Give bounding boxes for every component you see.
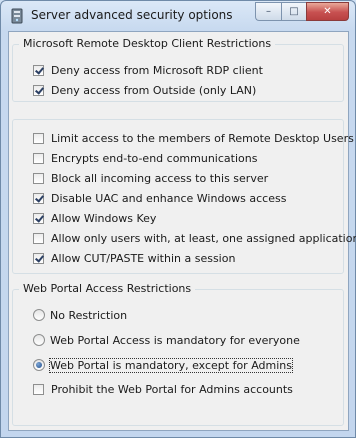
caption-buttons: – □ ✕	[255, 2, 349, 21]
checkbox-label: Deny access from Outside (only LAN)	[51, 83, 257, 97]
checkbox-box[interactable]	[33, 383, 44, 395]
radio-circle[interactable]	[33, 359, 45, 371]
portal-mandatory-except-admins-radio[interactable]: Web Portal is mandatory, except for Admi…	[33, 357, 293, 373]
checkbox-box[interactable]	[33, 172, 44, 184]
limit-rdu-checkbox[interactable]: Limit access to the members of Remote De…	[33, 130, 354, 146]
dialog-window: Server advanced security options – □ ✕ M…	[0, 0, 356, 438]
checkbox-box[interactable]	[33, 212, 44, 224]
encrypt-e2e-checkbox[interactable]: Encrypts end-to-end communications	[33, 150, 257, 166]
window-title: Server advanced security options	[31, 8, 233, 22]
web-portal-group: Web Portal Access Restrictions No Restri…	[12, 282, 344, 426]
radio-label: Web Portal is mandatory, except for Admi…	[49, 357, 293, 373]
title-bar[interactable]: Server advanced security options – □ ✕	[1, 1, 355, 31]
checkbox-box[interactable]	[33, 232, 44, 244]
app-icon	[11, 8, 23, 24]
checkbox-label: Encrypts end-to-end communications	[51, 151, 258, 165]
minimize-icon: –	[266, 6, 271, 17]
checkbox-box[interactable]	[33, 84, 44, 96]
checkbox-label: Allow CUT/PASTE within a session	[51, 251, 236, 265]
checkbox-label: Prohibit the Web Portal for Admins accou…	[51, 382, 293, 396]
close-button[interactable]: ✕	[306, 2, 349, 21]
close-icon: ✕	[323, 6, 332, 17]
disable-uac-checkbox[interactable]: Disable UAC and enhance Windows access	[33, 190, 286, 206]
checkbox-label: Allow Windows Key	[51, 211, 157, 225]
rdp-restrictions-legend: Microsoft Remote Desktop Client Restrict…	[19, 37, 276, 50]
checkbox-box[interactable]	[33, 192, 44, 204]
prohibit-portal-admins-checkbox[interactable]: Prohibit the Web Portal for Admins accou…	[33, 381, 293, 397]
radio-circle[interactable]	[33, 309, 45, 321]
deny-outside-checkbox[interactable]: Deny access from Outside (only LAN)	[33, 82, 256, 98]
checkbox-label: Block all incoming access to this server	[51, 171, 269, 185]
checkbox-label: Limit access to the members of Remote De…	[51, 131, 354, 145]
no-restriction-radio[interactable]: No Restriction	[33, 307, 127, 323]
rdp-restrictions-group: Microsoft Remote Desktop Client Restrict…	[12, 37, 344, 102]
deny-rdp-client-checkbox[interactable]: Deny access from Microsoft RDP client	[33, 62, 263, 78]
checkbox-label: Deny access from Microsoft RDP client	[51, 63, 263, 77]
allow-windows-key-checkbox[interactable]: Allow Windows Key	[33, 210, 156, 226]
security-options-group: Limit access to the members of Remote De…	[12, 119, 356, 274]
radio-circle[interactable]	[33, 334, 45, 346]
checkbox-box[interactable]	[33, 132, 44, 144]
checkbox-box[interactable]	[33, 252, 44, 264]
maximize-icon: □	[289, 6, 299, 17]
checkbox-label: Allow only users with, at least, one ass…	[51, 231, 356, 245]
allow-cut-paste-checkbox[interactable]: Allow CUT/PASTE within a session	[33, 250, 235, 266]
web-portal-legend: Web Portal Access Restrictions	[19, 282, 196, 295]
radio-label: Web Portal Access is mandatory for every…	[50, 333, 300, 347]
checkbox-box[interactable]	[33, 152, 44, 164]
portal-mandatory-all-radio[interactable]: Web Portal Access is mandatory for every…	[33, 332, 300, 348]
checkbox-label: Disable UAC and enhance Windows access	[51, 191, 287, 205]
minimize-button[interactable]: –	[255, 2, 281, 21]
block-incoming-checkbox[interactable]: Block all incoming access to this server	[33, 170, 268, 186]
dialog-body: Microsoft Remote Desktop Client Restrict…	[8, 31, 356, 431]
checkbox-box[interactable]	[33, 64, 44, 76]
radio-label: No Restriction	[50, 308, 128, 322]
maximize-button[interactable]: □	[281, 2, 306, 21]
assigned-app-only-checkbox[interactable]: Allow only users with, at least, one ass…	[33, 230, 356, 246]
